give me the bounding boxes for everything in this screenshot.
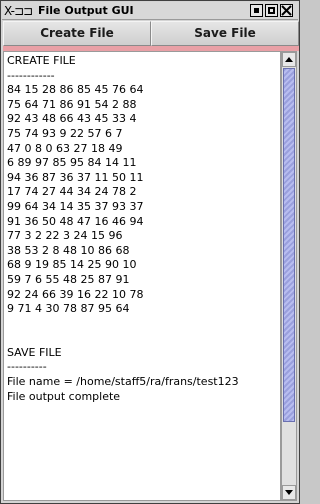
output-line: 47 0 8 0 63 27 18 49 bbox=[7, 141, 123, 155]
output-line: CREATE FILE bbox=[7, 54, 76, 67]
scroll-thumb[interactable] bbox=[283, 68, 295, 422]
file-output-window: X-⊐⊐ File Output GUI Create File Save Fi… bbox=[0, 0, 300, 504]
close-button[interactable] bbox=[280, 4, 293, 17]
output-line: File output complete bbox=[7, 389, 121, 403]
minimize-icon bbox=[254, 8, 259, 13]
output-line: 94 36 87 36 37 11 50 11 bbox=[7, 170, 144, 184]
output-line: 75 74 93 9 22 57 6 7 bbox=[7, 126, 123, 140]
arrow-up-icon bbox=[285, 57, 293, 62]
output-text-area[interactable]: CREATE FILE ------------ 84 15 28 86 85 … bbox=[3, 51, 281, 501]
output-line: 17 74 27 44 34 24 78 2 bbox=[7, 185, 137, 199]
scroll-up-button[interactable] bbox=[282, 52, 296, 67]
output-line: 9 71 4 30 78 87 95 64 bbox=[7, 302, 130, 316]
close-icon bbox=[281, 5, 292, 16]
output-line: ---------- bbox=[7, 360, 47, 374]
toolbar: Create File Save File bbox=[3, 21, 299, 46]
output-line: 68 9 19 85 14 25 90 10 bbox=[7, 258, 137, 272]
minimize-button[interactable] bbox=[250, 4, 263, 17]
scroll-down-button[interactable] bbox=[282, 485, 296, 500]
arrow-down-icon bbox=[285, 490, 293, 495]
output-line: File name = /home/staff5/ra/frans/test12… bbox=[7, 375, 239, 389]
output-line: ------------ bbox=[7, 68, 55, 82]
window-title: File Output GUI bbox=[38, 4, 134, 17]
maximize-button[interactable] bbox=[265, 4, 278, 17]
output-line: 99 64 34 14 35 37 93 37 bbox=[7, 199, 144, 213]
output-line: 92 43 48 66 43 45 33 4 bbox=[7, 112, 137, 126]
window-menu-icon[interactable]: X-⊐⊐ bbox=[4, 3, 34, 19]
output-line: 38 53 2 8 48 10 86 68 bbox=[7, 243, 130, 257]
output-line: 6 89 97 85 95 84 14 11 bbox=[7, 156, 137, 170]
vertical-scrollbar[interactable] bbox=[281, 51, 297, 501]
output-line: 84 15 28 86 85 45 76 64 bbox=[7, 83, 144, 97]
maximize-icon bbox=[268, 7, 275, 14]
create-file-button[interactable]: Create File bbox=[3, 21, 151, 46]
save-file-button[interactable]: Save File bbox=[151, 21, 299, 46]
output-line: 77 3 2 22 3 24 15 96 bbox=[7, 229, 123, 243]
output-line: 75 64 71 86 91 54 2 88 bbox=[7, 97, 137, 111]
output-line: 91 36 50 48 47 16 46 94 bbox=[7, 214, 144, 228]
output-line: 92 24 66 39 16 22 10 78 bbox=[7, 287, 144, 301]
title-bar[interactable]: X-⊐⊐ File Output GUI bbox=[2, 2, 298, 20]
output-line: SAVE FILE bbox=[7, 345, 62, 359]
output-line: 59 7 6 55 48 25 87 91 bbox=[7, 272, 130, 286]
